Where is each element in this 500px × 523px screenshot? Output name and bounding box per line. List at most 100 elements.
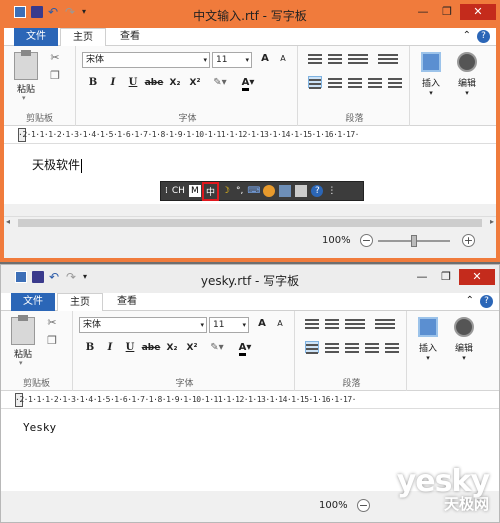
document-text[interactable]: Yesky [23, 421, 56, 434]
align-left-icon[interactable] [308, 76, 322, 89]
collapse-ribbon-icon[interactable]: ⌃ [463, 30, 471, 43]
cut-icon[interactable]: ✂ [49, 52, 61, 64]
ime-more-icon[interactable]: ⋮ [327, 186, 336, 196]
copy-icon[interactable]: ❐ [49, 70, 61, 82]
underline-button[interactable]: U [126, 76, 140, 90]
moon-icon[interactable]: ☽ [220, 185, 232, 197]
ime-help-icon[interactable]: ? [311, 185, 324, 197]
scroll-right-icon[interactable]: ▸ [490, 217, 494, 226]
ime-m-button[interactable]: M [188, 185, 201, 197]
zoom-out-button[interactable]: − [357, 499, 370, 512]
restore-button[interactable]: ❐ [436, 4, 458, 20]
paste-icon[interactable] [11, 315, 35, 345]
paragraph-settings-icon[interactable] [388, 76, 402, 88]
insert-button[interactable]: 插入 ▾ [416, 50, 446, 100]
align-center-icon[interactable] [328, 76, 342, 88]
highlight-color-button[interactable]: ✎▾ [205, 341, 229, 355]
justify-icon[interactable] [368, 76, 382, 88]
zoom-out-button[interactable]: − [360, 234, 373, 247]
highlight-color-button[interactable]: ✎▾ [208, 76, 232, 90]
scroll-left-icon[interactable]: ◂ [6, 217, 10, 226]
bold-button[interactable]: B [86, 76, 100, 90]
cut-icon[interactable]: ✂ [46, 317, 58, 329]
subscript-button[interactable]: X₂ [166, 76, 184, 90]
tab-file[interactable]: 文件 [11, 293, 55, 311]
minimize-button[interactable]: — [412, 4, 434, 20]
ime-chinese-mode-button[interactable]: 中 [201, 181, 219, 201]
superscript-button[interactable]: X² [186, 76, 204, 90]
ime-mode-label[interactable]: CH [172, 186, 185, 196]
align-right-icon[interactable] [345, 341, 359, 353]
italic-button[interactable]: I [103, 341, 117, 355]
increase-indent-icon[interactable] [328, 52, 342, 64]
tab-view[interactable]: 查看 [105, 293, 149, 311]
help-icon[interactable]: ? [480, 295, 493, 308]
ruler-scale: ·2·1·1·1·2·1·3·1·4·1·5·1·6·1·7·1·8·1·9·1… [18, 130, 360, 139]
paste-button[interactable]: 粘贴 [8, 82, 44, 95]
horizontal-scrollbar[interactable]: ◂ ▸ [4, 216, 496, 228]
paste-button[interactable]: 粘贴 [5, 347, 41, 360]
paste-dropdown-icon[interactable]: ▾ [19, 359, 23, 367]
close-button[interactable]: ✕ [460, 4, 496, 20]
underline-button[interactable]: U [123, 341, 137, 355]
font-family-select[interactable]: 宋体 ▾ [82, 52, 210, 68]
insert-button[interactable]: 插入 ▾ [413, 315, 443, 365]
align-center-icon[interactable] [325, 341, 339, 353]
tools-icon[interactable] [279, 185, 292, 197]
skin-icon[interactable] [263, 185, 276, 197]
font-group: 宋体 ▾ 11 ▾ A A B I U abe X₂ X² ✎▾ A▾ 字体 [75, 311, 295, 391]
ruler[interactable]: ·2·1·1·1·2·1·3·1·4·1·5·1·6·1·7·1·8·1·9·1… [1, 391, 499, 409]
line-spacing-icon[interactable] [378, 52, 398, 64]
edit-button[interactable]: 编辑 ▾ [449, 315, 479, 365]
paste-icon[interactable] [14, 50, 38, 80]
ime-grip-icon[interactable]: ⁞ [165, 186, 168, 196]
restore-button[interactable]: ❐ [435, 269, 457, 285]
align-right-icon[interactable] [348, 76, 362, 88]
title-bar[interactable]: ↶ ↷ ▾ yesky.rtf - 写字板 — ❐ ✕ [1, 265, 499, 293]
shrink-font-button[interactable]: A [273, 317, 287, 331]
edit-button[interactable]: 编辑 ▾ [452, 50, 482, 100]
punctuation-icon[interactable]: °, [236, 186, 243, 196]
grow-font-button[interactable]: A [255, 317, 269, 331]
title-bar[interactable]: ↶ ↷ ▾ 中文输入.rtf - 写字板 — ❐ ✕ [4, 0, 496, 28]
superscript-button[interactable]: X² [183, 341, 201, 355]
font-family-select[interactable]: 宋体 ▾ [79, 317, 207, 333]
font-color-button[interactable]: A▾ [236, 76, 260, 91]
collapse-ribbon-icon[interactable]: ⌃ [466, 295, 474, 308]
align-left-icon[interactable] [305, 341, 319, 354]
strikethrough-button[interactable]: abe [141, 341, 161, 355]
zoom-slider-thumb[interactable] [411, 235, 417, 247]
list-bullets-icon[interactable] [345, 317, 365, 329]
subscript-button[interactable]: X₂ [163, 341, 181, 355]
document-icon[interactable] [295, 185, 308, 197]
italic-button[interactable]: I [106, 76, 120, 90]
minimize-button[interactable]: — [411, 269, 433, 285]
tab-file[interactable]: 文件 [14, 28, 58, 46]
paragraph-settings-icon[interactable] [385, 341, 399, 353]
justify-icon[interactable] [365, 341, 379, 353]
keyboard-icon[interactable]: ⌨ [247, 185, 260, 197]
font-color-button[interactable]: A▾ [233, 341, 257, 356]
tab-home[interactable]: 主页 [57, 293, 103, 312]
paste-dropdown-icon[interactable]: ▾ [22, 94, 26, 102]
document-text[interactable]: 天极软件 [32, 156, 83, 173]
decrease-indent-icon[interactable] [305, 317, 319, 329]
copy-icon[interactable]: ❐ [46, 335, 58, 347]
zoom-in-button[interactable]: + [462, 234, 475, 247]
bold-button[interactable]: B [83, 341, 97, 355]
decrease-indent-icon[interactable] [308, 52, 322, 64]
increase-indent-icon[interactable] [325, 317, 339, 329]
scrollbar-thumb[interactable] [18, 219, 482, 227]
strikethrough-button[interactable]: abe [144, 76, 164, 90]
tab-view[interactable]: 查看 [108, 28, 152, 46]
list-bullets-icon[interactable] [348, 52, 368, 64]
font-size-select[interactable]: 11 ▾ [212, 52, 252, 68]
font-size-select[interactable]: 11 ▾ [209, 317, 249, 333]
line-spacing-icon[interactable] [375, 317, 395, 329]
help-icon[interactable]: ? [477, 30, 490, 43]
tab-home[interactable]: 主页 [60, 28, 106, 47]
close-button[interactable]: ✕ [459, 269, 495, 285]
ruler[interactable]: ·2·1·1·1·2·1·3·1·4·1·5·1·6·1·7·1·8·1·9·1… [4, 126, 496, 144]
grow-font-button[interactable]: A [258, 52, 272, 66]
shrink-font-button[interactable]: A [276, 52, 290, 66]
